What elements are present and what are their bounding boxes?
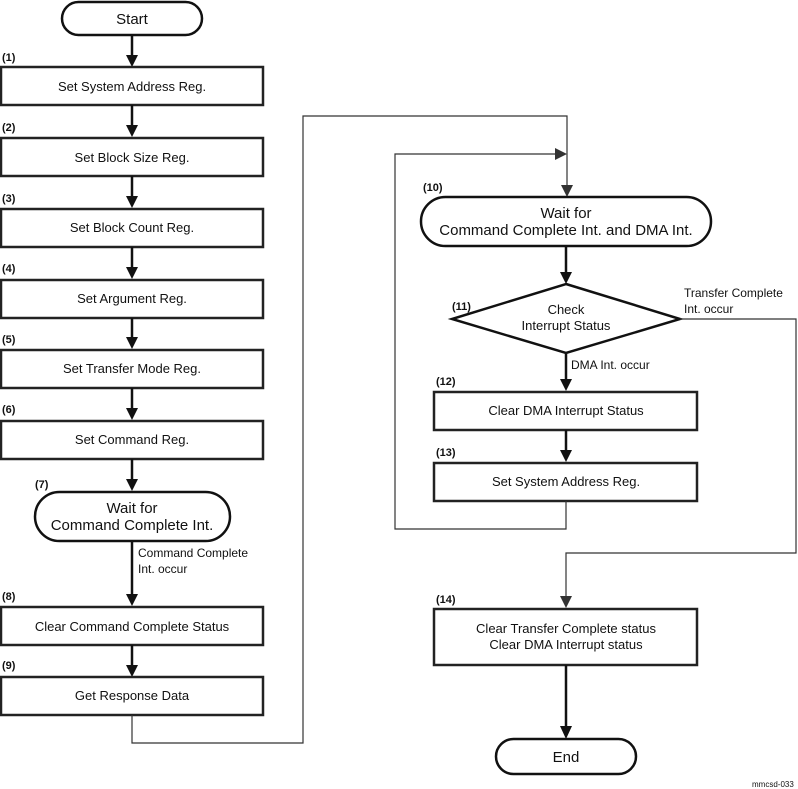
arrow-head (126, 55, 138, 67)
step-number: (7) (35, 479, 49, 491)
arrow-head (126, 408, 138, 420)
step-6-label: Set Command Reg. (75, 432, 189, 447)
step-9-label: Get Response Data (75, 688, 190, 703)
arrow-head (126, 267, 138, 279)
figure-id: mmcsd-033 (752, 780, 794, 789)
arrow-head (560, 272, 572, 284)
step-number: (2) (2, 122, 16, 134)
step-5-label: Set Transfer Mode Reg. (63, 361, 201, 376)
arrow-head (126, 594, 138, 606)
step-14-line2: Clear DMA Interrupt status (489, 637, 643, 652)
step-number: (13) (436, 447, 456, 459)
arrow-head (126, 125, 138, 137)
step-number: (6) (2, 404, 16, 416)
step-3-label: Set Block Count Reg. (70, 220, 194, 235)
arrow-head (560, 379, 572, 391)
arrow-head (126, 479, 138, 491)
arrow-head (560, 596, 572, 608)
step-14-line1: Clear Transfer Complete status (476, 621, 656, 636)
edge-label: Int. occur (684, 302, 733, 316)
step-8-label: Clear Command Complete Status (35, 619, 230, 634)
step-number: (12) (436, 376, 456, 388)
step-7-line1: Wait for (106, 500, 157, 517)
step-11-line2: Interrupt Status (522, 318, 611, 333)
step-4-label: Set Argument Reg. (77, 291, 187, 306)
step-number: (10) (423, 182, 443, 194)
step-number: (11) (452, 301, 471, 313)
step-12-label: Clear DMA Interrupt Status (488, 403, 644, 418)
edge-label: DMA Int. occur (571, 358, 650, 372)
step-number: (5) (2, 334, 16, 346)
step-number: (14) (436, 594, 456, 606)
edge-label: Transfer Complete (684, 286, 783, 300)
step-10-line2: Command Complete Int. and DMA Int. (439, 222, 692, 239)
edge-label: Command Complete (138, 546, 248, 560)
arrow-head (126, 337, 138, 349)
arrow-head (560, 450, 572, 462)
arrow-head (126, 665, 138, 677)
step-2-label: Set Block Size Reg. (75, 150, 190, 165)
start-label: Start (116, 11, 149, 28)
step-number: (4) (2, 263, 16, 275)
arrow-head (560, 726, 572, 739)
step-10-line1: Wait for (540, 205, 591, 222)
arrow-head (561, 185, 573, 197)
step-number: (8) (2, 591, 16, 603)
step-number: (9) (2, 660, 16, 672)
step-1-label: Set System Address Reg. (58, 79, 206, 94)
step-11-line1: Check (548, 302, 585, 317)
arrow-head (555, 148, 567, 160)
end-label: End (553, 749, 580, 766)
step-13-label: Set System Address Reg. (492, 474, 640, 489)
step-number: (1) (2, 52, 16, 64)
flowchart: Start (1) Set System Address Reg. (2) Se… (0, 0, 797, 789)
edge-label: Int. occur (138, 562, 187, 576)
step-7-line2: Command Complete Int. (51, 517, 214, 534)
step-number: (3) (2, 193, 16, 205)
arrow-head (126, 196, 138, 208)
